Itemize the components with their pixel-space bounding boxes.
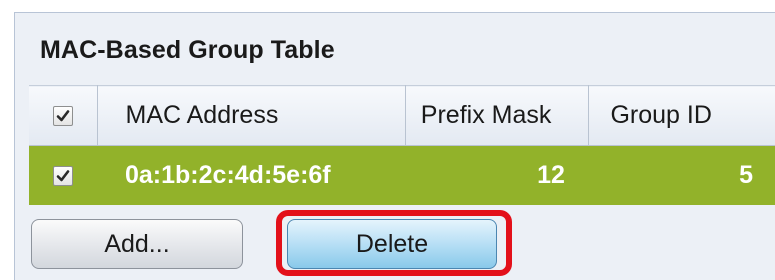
- cell-group-id: 5: [588, 145, 775, 205]
- column-header-prefix-mask[interactable]: Prefix Mask: [405, 85, 590, 146]
- delete-button[interactable]: Delete: [287, 219, 497, 269]
- checkmark-icon: [56, 110, 70, 122]
- row-checkbox[interactable]: [53, 166, 73, 187]
- header-select-all-cell: [29, 85, 98, 146]
- mac-based-group-table-window: MAC-Based Group Table MAC Address Prefix…: [14, 12, 775, 280]
- select-all-checkbox[interactable]: [52, 106, 73, 127]
- add-button[interactable]: Add...: [31, 219, 243, 269]
- panel-title: MAC-Based Group Table: [40, 36, 335, 64]
- table-header-row: MAC Address Prefix Mask Group ID: [29, 85, 775, 146]
- row-select-cell: [29, 145, 97, 205]
- cell-mac-address: 0a:1b:2c:4d:5e:6f: [97, 145, 406, 205]
- checkmark-icon: [56, 170, 70, 182]
- cell-prefix-mask: 12: [405, 145, 589, 205]
- mac-group-table: MAC Address Prefix Mask Group ID 0a:1b:2…: [29, 85, 775, 205]
- mac-based-group-panel: MAC-Based Group Table MAC Address Prefix…: [14, 12, 775, 280]
- table-row[interactable]: 0a:1b:2c:4d:5e:6f 12 5: [29, 145, 775, 205]
- column-header-mac-address[interactable]: MAC Address: [97, 85, 406, 146]
- column-header-group-id[interactable]: Group ID: [588, 85, 775, 146]
